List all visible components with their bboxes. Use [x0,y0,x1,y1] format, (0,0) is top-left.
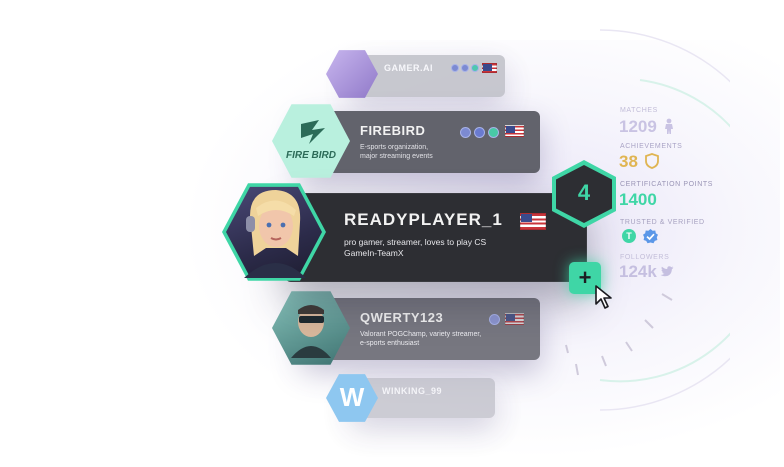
soldier-icon [665,118,673,134]
verified-check-icon [643,229,658,244]
stat-label-achievements: ACHIEVEMENTS [620,143,683,150]
stat-label-certification-points: CERTIFICATION POINTS [620,181,714,188]
badge-icon [460,127,471,138]
firebird-logo-icon: FIRE BIRD [286,120,336,161]
player-description: pro gamer, streamer, loves to play CS Ga… [344,237,487,259]
badge-icon [488,127,499,138]
us-flag-icon [505,125,524,137]
stat-value-certification-points: 1400 [619,190,657,209]
stat-label-followers: FOLLOWERS [620,254,670,261]
player-name: READYPLAYER_1 [344,210,503,229]
us-flag-icon [505,313,524,325]
twitter-bird-icon [660,266,674,277]
badge-icon [489,314,500,325]
stat-label-matches: MATCHES [620,107,658,114]
player-description: E-sports organization, major streaming e… [360,144,433,161]
player-name: QWERTY123 [360,310,444,325]
qwerty-avatar-art [291,305,331,358]
player-name: GAMER.AI [384,63,433,73]
cursor-icon [595,285,612,309]
stat-value-achievements: 38 [619,152,638,171]
us-flag-icon [520,213,546,230]
shield-icon [645,153,659,169]
badge-icon [471,64,479,72]
level-number: 4 [577,180,591,205]
player-description: Valorant POGChamp, variety streamer, e-s… [360,331,482,348]
badge-icon [451,64,459,72]
us-flag-icon [482,63,497,73]
stat-value-followers: 124k [619,262,657,281]
stat-label-trusted-verified: TRUSTED & VERIFIED [620,219,705,226]
player-name: FIREBIRD [360,123,426,138]
badge-icon [474,127,485,138]
firebird-logo-text: FIRE BIRD [286,150,336,161]
player-name: WINKING_99 [382,386,443,396]
avatar-letter: W [339,382,365,412]
badge-icon [461,64,469,72]
stat-value-matches: 1209 [619,117,657,136]
trusted-badge-icon: T [622,229,636,243]
readyplayer-avatar-art [244,190,306,278]
